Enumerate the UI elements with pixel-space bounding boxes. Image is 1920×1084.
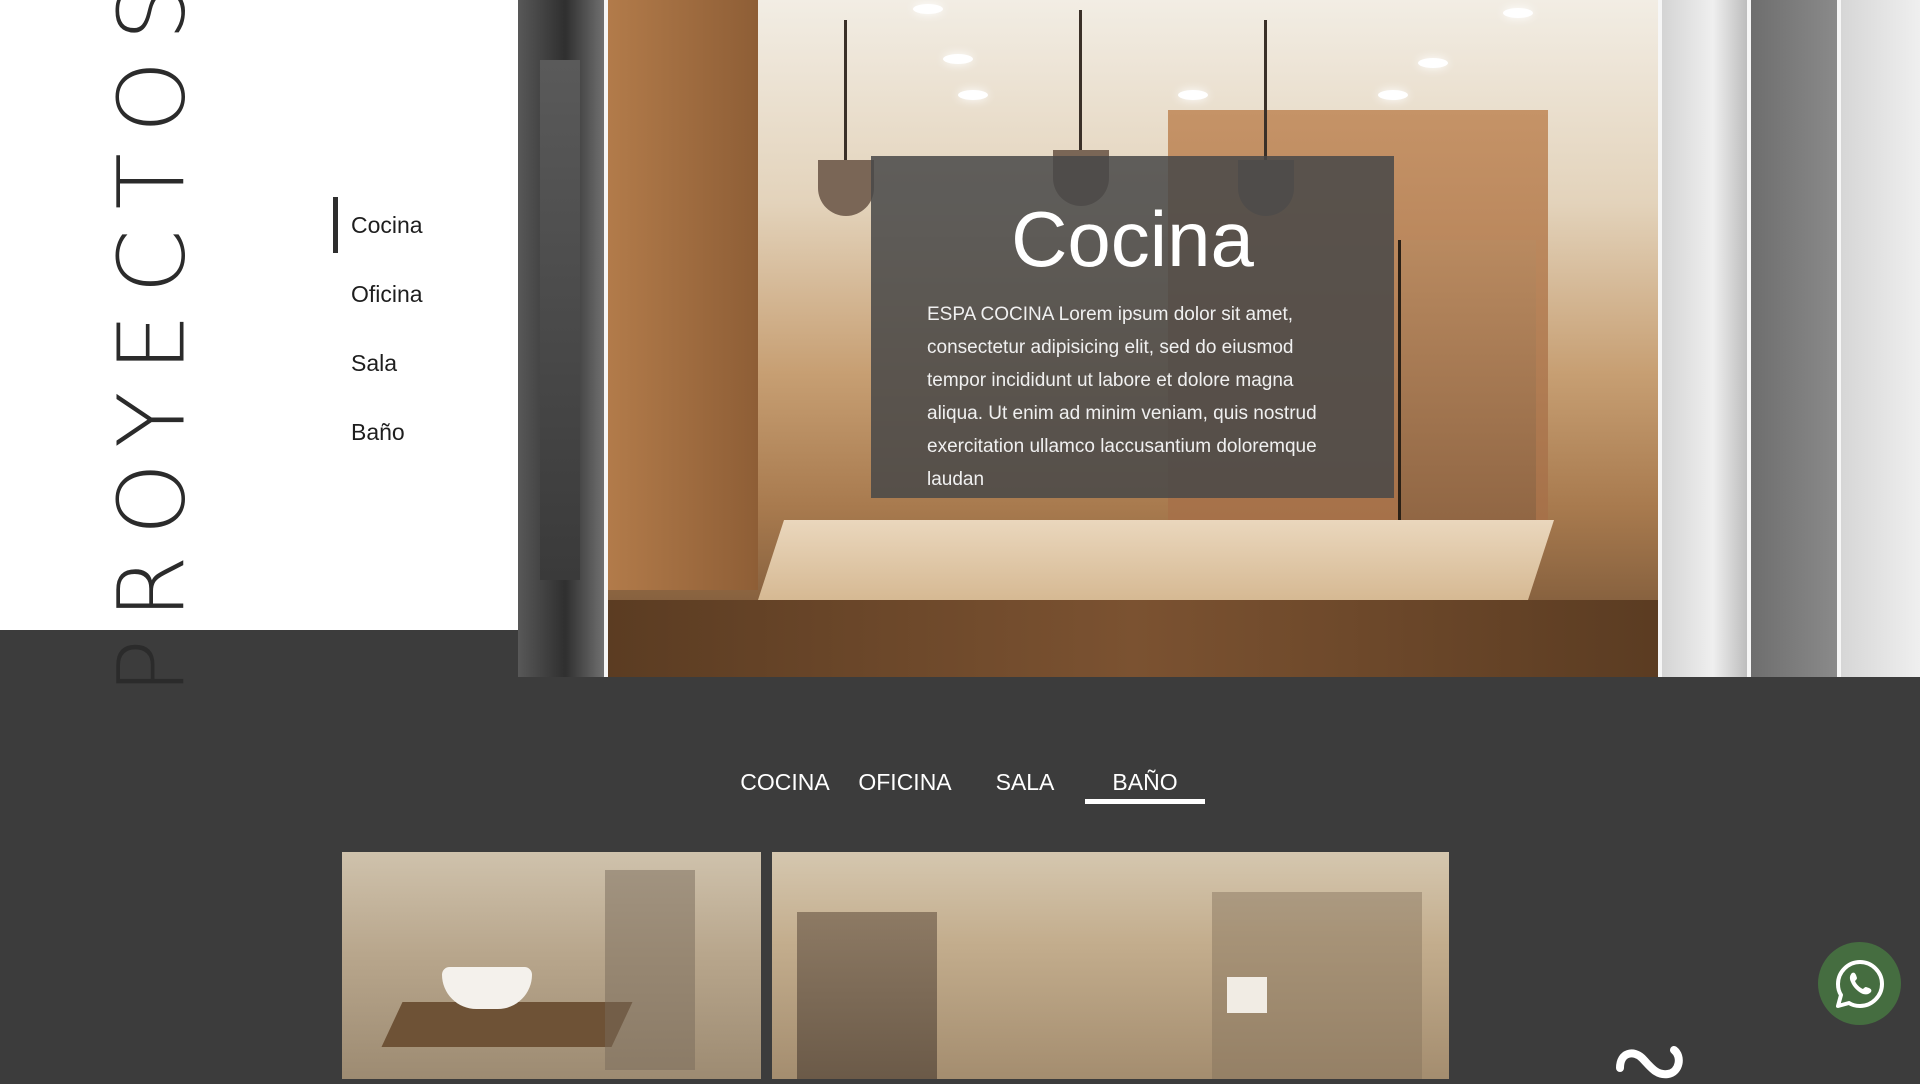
category-tabs: COCINA OFICINA SALA BAÑO [725, 760, 1205, 804]
gallery-image-bathroom-1[interactable] [342, 852, 761, 1079]
brand-mark-icon [1612, 1024, 1692, 1079]
slide-preview-left[interactable] [518, 0, 604, 677]
slide-preview-right-3[interactable] [1841, 0, 1920, 677]
projects-side-nav: Cocina Oficina Sala Baño [333, 197, 423, 473]
kitchen-island-base [608, 600, 1658, 677]
gallery-image-bathroom-2[interactable] [772, 852, 1449, 1079]
slide-preview-right-1[interactable] [1662, 0, 1747, 677]
door-graphic [540, 60, 580, 580]
ceiling-light [1418, 58, 1448, 68]
ceiling-light [913, 4, 943, 14]
tab-cocina[interactable]: COCINA [725, 760, 845, 804]
kitchen-fridge [1398, 240, 1536, 540]
ceiling-light [958, 90, 988, 100]
tab-sala[interactable]: SALA [965, 760, 1085, 804]
kitchen-left-cabinet [608, 0, 758, 590]
hero-caption-box: Cocina ESPA COCINA Lorem ipsum dolor sit… [871, 156, 1394, 498]
light-cube-graphic [1227, 977, 1267, 1013]
whatsapp-icon [1835, 959, 1884, 1008]
hero-description: ESPA COCINA Lorem ipsum dolor sit amet, … [927, 304, 1317, 490]
side-nav-item-bano[interactable]: Baño [333, 404, 423, 460]
projects-vertical-title: PROYECTOS [99, 0, 206, 694]
ceiling-light [943, 54, 973, 64]
wood-floor-graphic [381, 1002, 633, 1047]
tab-bano[interactable]: BAÑO [1085, 760, 1205, 804]
ceiling-light [1378, 90, 1408, 100]
shower-glass-graphic [605, 870, 695, 1070]
hero-title: Cocina [1011, 195, 1254, 283]
side-nav-item-oficina[interactable]: Oficina [333, 266, 423, 322]
slide-preview-right-2[interactable] [1751, 0, 1837, 677]
pendant-lamp [818, 20, 874, 216]
projects-side-panel: PROYECTOS Cocina Oficina Sala Baño [0, 0, 518, 694]
whatsapp-button[interactable] [1818, 942, 1901, 1025]
mirror-panel-graphic [797, 912, 937, 1079]
ceiling-light [1178, 90, 1208, 100]
tab-oficina[interactable]: OFICINA [845, 760, 965, 804]
kitchen-counter [758, 520, 1554, 600]
side-nav-item-cocina[interactable]: Cocina [333, 197, 423, 253]
ceiling-light [1503, 8, 1533, 18]
side-nav-item-sala[interactable]: Sala [333, 335, 423, 391]
projects-title-text: PROYECTOS [98, 0, 206, 695]
